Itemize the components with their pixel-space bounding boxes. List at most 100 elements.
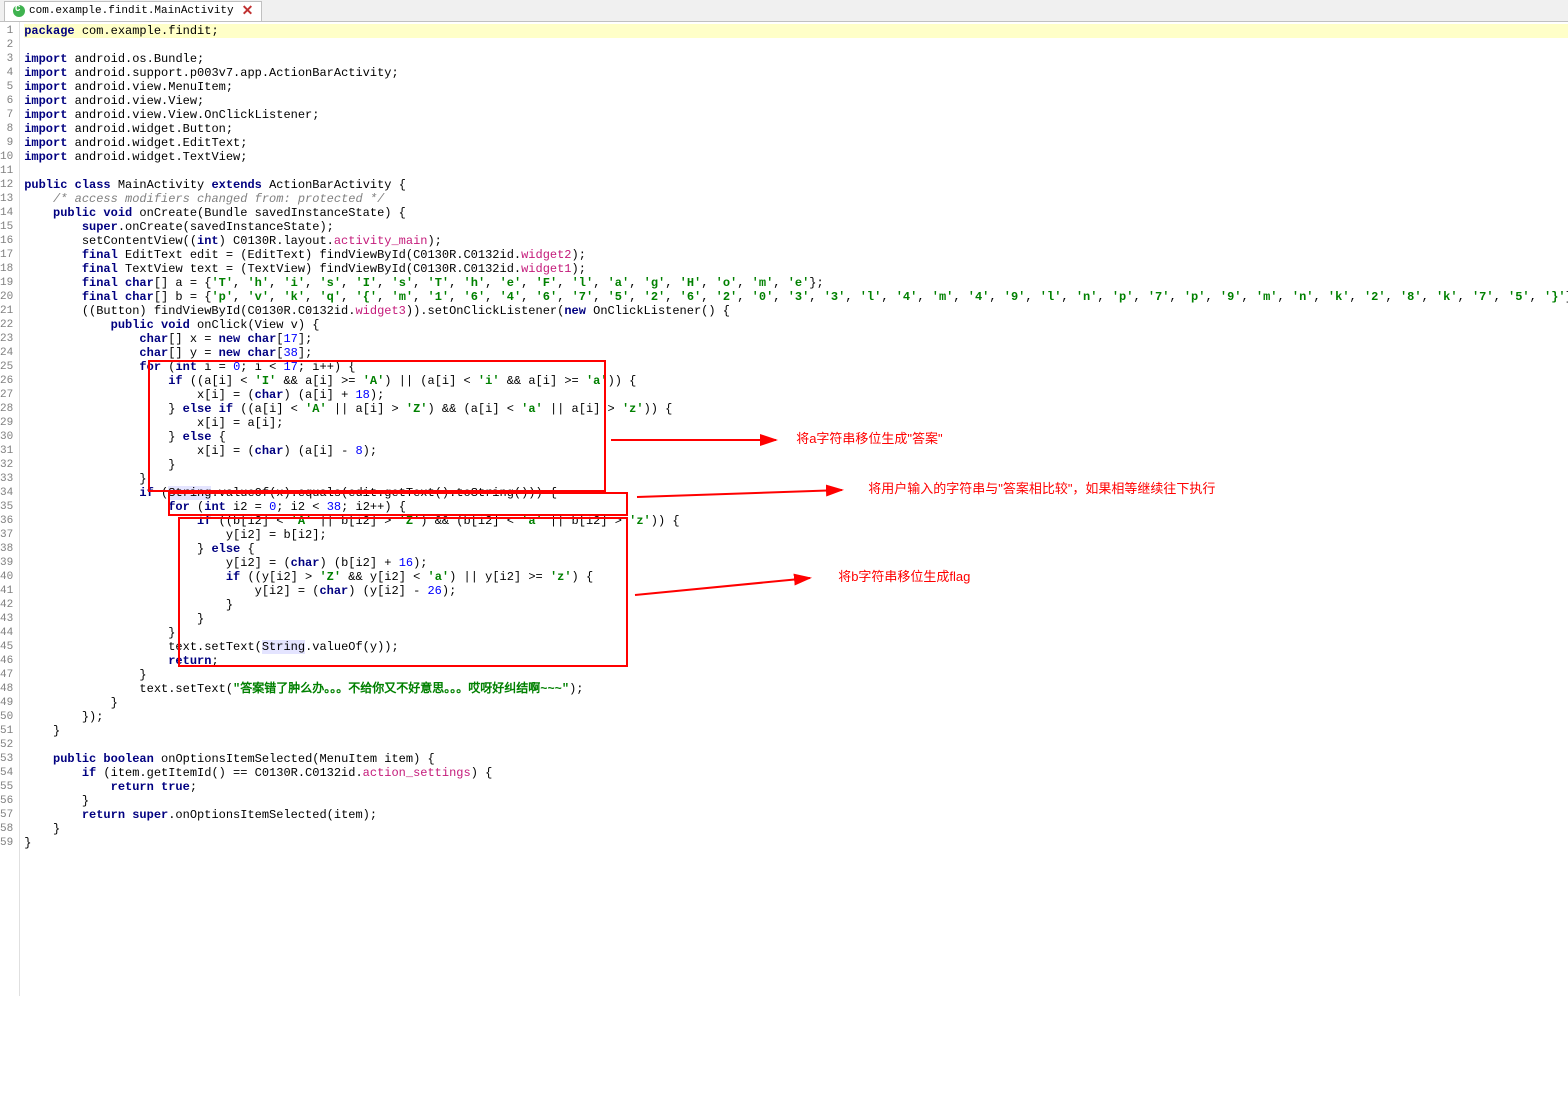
code-line[interactable]: final TextView text = (TextView) findVie… (24, 262, 1568, 276)
line-number: 21 (0, 304, 13, 318)
code-line[interactable]: y[i2] = (char) (b[i2] + 16); (24, 556, 1568, 570)
code-line[interactable]: }); (24, 710, 1568, 724)
line-number: 14 (0, 206, 13, 220)
code-line[interactable]: } (24, 696, 1568, 710)
line-number: 25 (0, 360, 13, 374)
line-number: 57 (0, 808, 13, 822)
line-number: 6 (0, 94, 13, 108)
code-line[interactable]: if ((a[i] < 'I' && a[i] >= 'A') || (a[i]… (24, 374, 1568, 388)
code-line[interactable] (24, 38, 1568, 52)
line-number: 9 (0, 136, 13, 150)
line-number: 53 (0, 752, 13, 766)
code-line[interactable]: public class MainActivity extends Action… (24, 178, 1568, 192)
line-number: 29 (0, 416, 13, 430)
code-line[interactable]: final char[] b = {'p', 'v', 'k', 'q', '{… (24, 290, 1568, 304)
code-line[interactable]: import android.view.View.OnClickListener… (24, 108, 1568, 122)
line-number: 2 (0, 38, 13, 52)
code-line[interactable]: } (24, 626, 1568, 640)
line-number: 5 (0, 80, 13, 94)
code-line[interactable]: for (int i = 0; i < 17; i++) { (24, 360, 1568, 374)
code-line[interactable]: super.onCreate(savedInstanceState); (24, 220, 1568, 234)
code-line[interactable]: x[i] = (char) (a[i] + 18); (24, 388, 1568, 402)
code-line[interactable]: import android.view.View; (24, 94, 1568, 108)
code-line[interactable]: } (24, 458, 1568, 472)
code-line[interactable]: } (24, 472, 1568, 486)
code-line[interactable]: return; (24, 654, 1568, 668)
code-line[interactable]: text.setText("答案错了肿么办。。。不给你又不好意思。。。哎呀好纠结… (24, 682, 1568, 696)
line-number: 30 (0, 430, 13, 444)
code-line[interactable]: import android.os.Bundle; (24, 52, 1568, 66)
tab-bar: com.example.findit.MainActivity ✕ (0, 0, 1568, 22)
line-number: 38 (0, 542, 13, 556)
code-line[interactable]: text.setText(String.valueOf(y)); (24, 640, 1568, 654)
line-number: 34 (0, 486, 13, 500)
code-line[interactable]: public void onClick(View v) { (24, 318, 1568, 332)
code-line[interactable]: } (24, 794, 1568, 808)
close-icon[interactable]: ✕ (242, 3, 254, 20)
line-number: 28 (0, 402, 13, 416)
line-number: 7 (0, 108, 13, 122)
code-line[interactable]: package com.example.findit; (24, 24, 1568, 38)
line-number: 16 (0, 234, 13, 248)
code-line[interactable]: import android.widget.EditText; (24, 136, 1568, 150)
code-line[interactable]: if (item.getItemId() == C0130R.C0132id.a… (24, 766, 1568, 780)
code-line[interactable]: } else { (24, 542, 1568, 556)
line-number: 41 (0, 584, 13, 598)
code-area[interactable]: package com.example.findit; import andro… (20, 22, 1568, 996)
code-line[interactable]: for (int i2 = 0; i2 < 38; i2++) { (24, 500, 1568, 514)
code-line[interactable]: if ((b[i2] < 'A' || b[i2] > 'Z') && (b[i… (24, 514, 1568, 528)
line-number: 33 (0, 472, 13, 486)
code-line[interactable]: } (24, 822, 1568, 836)
code-line[interactable]: final EditText edit = (EditText) findVie… (24, 248, 1568, 262)
code-line[interactable]: import android.support.p003v7.app.Action… (24, 66, 1568, 80)
code-line[interactable]: import android.widget.TextView; (24, 150, 1568, 164)
code-line[interactable]: setContentView((int) C0130R.layout.activ… (24, 234, 1568, 248)
file-tab[interactable]: com.example.findit.MainActivity ✕ (4, 1, 262, 21)
code-line[interactable]: return true; (24, 780, 1568, 794)
code-line[interactable]: } (24, 836, 1568, 850)
line-number: 50 (0, 710, 13, 724)
line-number: 26 (0, 374, 13, 388)
line-number: 59 (0, 836, 13, 850)
line-number: 47 (0, 668, 13, 682)
line-number: 37 (0, 528, 13, 542)
code-line[interactable]: if (String.valueOf(x).equals(edit.getTex… (24, 486, 1568, 500)
code-line[interactable]: import android.widget.Button; (24, 122, 1568, 136)
code-line[interactable]: ((Button) findViewById(C0130R.C0132id.wi… (24, 304, 1568, 318)
code-line[interactable]: /* access modifiers changed from: protec… (24, 192, 1568, 206)
line-number: 45 (0, 640, 13, 654)
line-number: 31 (0, 444, 13, 458)
line-number: 43 (0, 612, 13, 626)
code-line[interactable]: y[i2] = b[i2]; (24, 528, 1568, 542)
code-line[interactable]: } (24, 598, 1568, 612)
code-line[interactable] (24, 738, 1568, 752)
code-line[interactable] (24, 164, 1568, 178)
line-number: 44 (0, 626, 13, 640)
line-number: 8 (0, 122, 13, 136)
code-line[interactable]: if ((y[i2] > 'Z' && y[i2] < 'a') || y[i2… (24, 570, 1568, 584)
code-line[interactable]: public void onCreate(Bundle savedInstanc… (24, 206, 1568, 220)
code-line[interactable]: char[] x = new char[17]; (24, 332, 1568, 346)
code-line[interactable]: } (24, 724, 1568, 738)
tab-title: com.example.findit.MainActivity (29, 5, 234, 17)
code-line[interactable]: } (24, 612, 1568, 626)
code-line[interactable]: final char[] a = {'T', 'h', 'i', 's', 'I… (24, 276, 1568, 290)
line-number: 51 (0, 724, 13, 738)
line-number: 39 (0, 556, 13, 570)
code-line[interactable]: return super.onOptionsItemSelected(item)… (24, 808, 1568, 822)
code-line[interactable]: } else if ((a[i] < 'A' || a[i] > 'Z') &&… (24, 402, 1568, 416)
code-line[interactable]: char[] y = new char[38]; (24, 346, 1568, 360)
line-number: 17 (0, 248, 13, 262)
line-number: 20 (0, 290, 13, 304)
line-number: 48 (0, 682, 13, 696)
code-line[interactable]: x[i] = a[i]; (24, 416, 1568, 430)
line-number: 46 (0, 654, 13, 668)
code-line[interactable]: } (24, 668, 1568, 682)
line-number: 49 (0, 696, 13, 710)
line-number: 10 (0, 150, 13, 164)
line-number: 3 (0, 52, 13, 66)
code-line[interactable]: y[i2] = (char) (y[i2] - 26); (24, 584, 1568, 598)
code-line[interactable]: public boolean onOptionsItemSelected(Men… (24, 752, 1568, 766)
code-line[interactable]: x[i] = (char) (a[i] - 8); (24, 444, 1568, 458)
code-line[interactable]: import android.view.MenuItem; (24, 80, 1568, 94)
